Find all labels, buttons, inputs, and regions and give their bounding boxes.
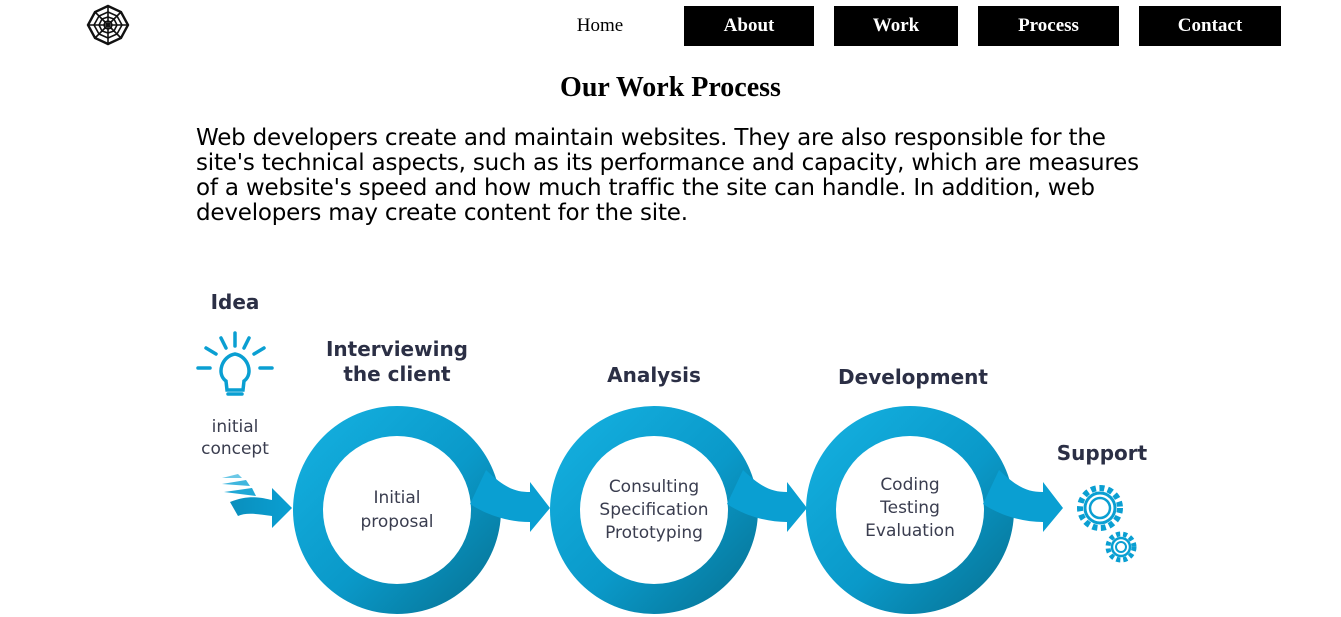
step-interviewing-line2: proposal xyxy=(360,512,434,532)
step-idea-line2: concept xyxy=(201,439,269,459)
step-interviewing-title-line1: Interviewing xyxy=(325,337,468,361)
step-analysis-line1: Consulting xyxy=(608,477,700,497)
step-idea-title: Idea xyxy=(210,290,260,314)
step-development-title: Development xyxy=(838,365,988,389)
step-interviewing-line1: Initial xyxy=(373,488,421,508)
step-analysis-title: Analysis xyxy=(607,363,701,387)
process-ring-interviewing xyxy=(293,406,550,614)
step-analysis-line3: Prototyping xyxy=(605,523,703,543)
step-interviewing-title-line2: the client xyxy=(343,362,451,386)
gears-icon xyxy=(1077,485,1137,563)
step-development-line1: Coding xyxy=(880,475,940,495)
start-arrow xyxy=(222,474,292,528)
step-development-line3: Evaluation xyxy=(865,521,955,541)
step-development-line2: Testing xyxy=(880,498,940,518)
step-idea-line1: initial xyxy=(211,417,259,437)
lightbulb-icon xyxy=(196,331,274,396)
step-support-title: Support xyxy=(1056,441,1148,465)
step-analysis-line2: Specification xyxy=(599,500,709,520)
